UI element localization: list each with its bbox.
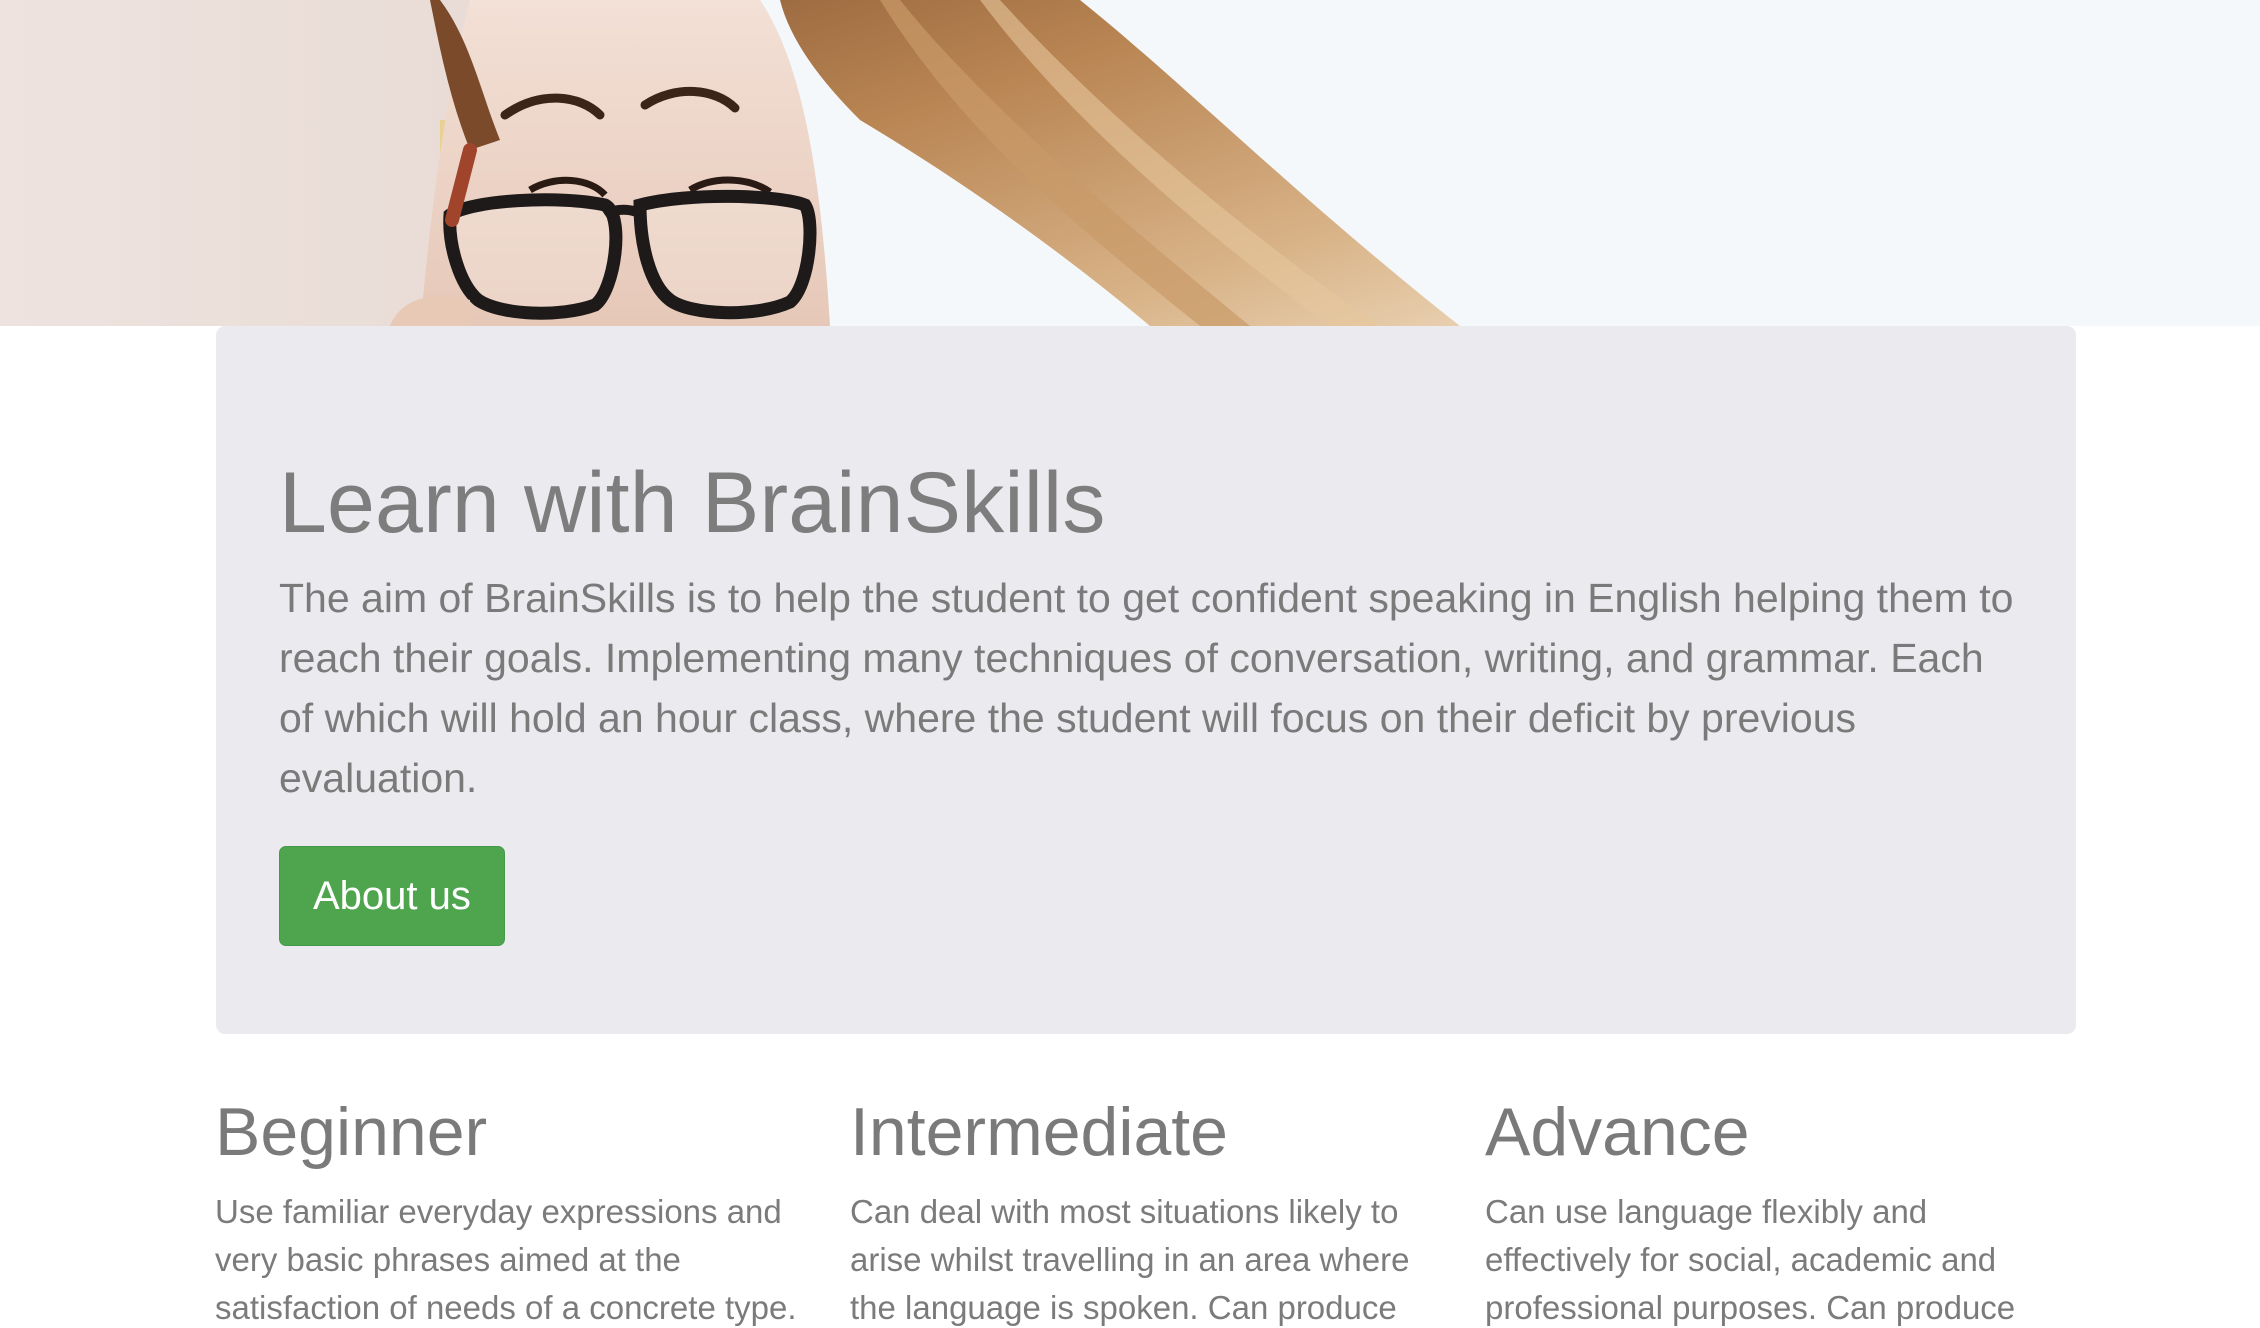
level-advance: Advance Can use language flexibly and ef… [1485,1098,2075,1328]
levels-section: Beginner Use familiar everyday expressio… [215,1098,2075,1328]
level-intermediate: Intermediate Can deal with most situatio… [850,1098,1440,1328]
level-title: Intermediate [850,1094,1228,1170]
level-description: Can use language flexibly and effectivel… [1485,1193,2016,1326]
hero-image [0,0,2260,326]
level-description: Can deal with most situations likely to … [850,1193,1410,1326]
level-beginner: Beginner Use familiar everyday expressio… [215,1098,805,1328]
intro-text: The aim of BrainSkills is to help the st… [279,575,2014,801]
level-title: Advance [1485,1094,1750,1170]
hero-photo [0,0,2260,326]
level-description: Use familiar everyday expressions and ve… [215,1193,797,1326]
jumbotron: Learn with BrainSkills The aim of BrainS… [216,326,2076,1034]
page: Learn with BrainSkills The aim of BrainS… [0,0,2260,1328]
level-title: Beginner [215,1094,488,1170]
page-title: Learn with BrainSkills [279,455,1106,551]
about-us-button[interactable]: About us [279,846,505,946]
